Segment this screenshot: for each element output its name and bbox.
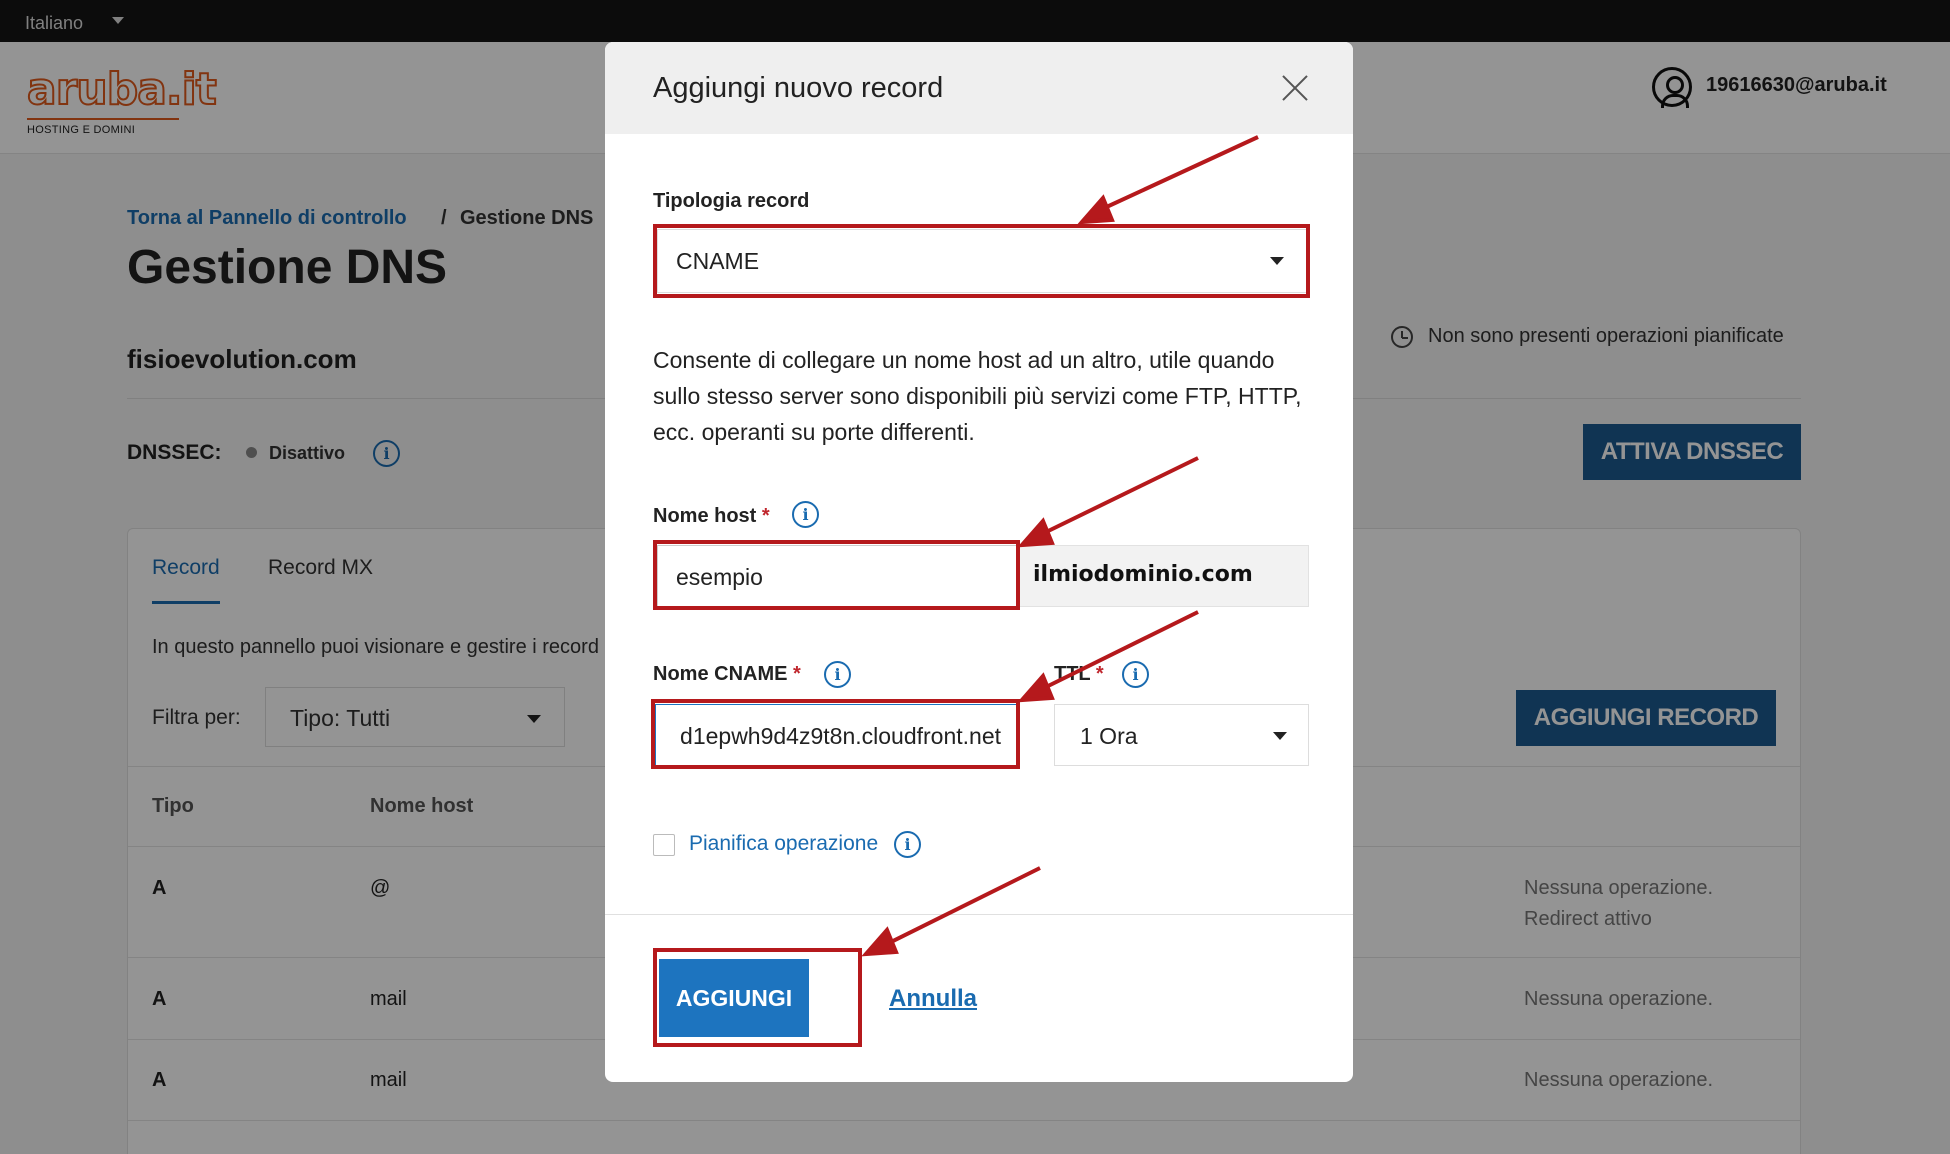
close-icon[interactable] — [1281, 74, 1309, 102]
modal-header: Aggiungi nuovo record — [605, 42, 1353, 134]
ttl-select[interactable]: 1 Ora — [1054, 704, 1309, 766]
info-icon[interactable]: i — [1122, 661, 1149, 688]
host-name-label: Nome host * — [653, 505, 770, 528]
schedule-operation-label[interactable]: Pianifica operazione — [689, 832, 878, 856]
modal-title: Aggiungi nuovo record — [653, 72, 944, 104]
highlight-box — [653, 540, 1020, 610]
record-type-description: Consente di collegare un nome host ad un… — [653, 347, 1302, 445]
host-name-label-text: Nome host — [653, 505, 757, 527]
cname-label: Nome CNAME * — [653, 663, 801, 686]
modal-footer-divider — [605, 914, 1353, 915]
ttl-value: 1 Ora — [1080, 723, 1138, 749]
info-icon[interactable]: i — [792, 501, 819, 528]
record-type-label: Tipologia record — [653, 190, 810, 212]
chevron-down-icon — [1273, 732, 1287, 740]
info-icon[interactable]: i — [824, 661, 851, 688]
required-marker: * — [761, 505, 770, 527]
schedule-operation-checkbox[interactable] — [653, 834, 675, 856]
ttl-label: TTL * — [1054, 663, 1104, 686]
cancel-link[interactable]: Annulla — [889, 985, 977, 1013]
cname-label-text: Nome CNAME — [653, 663, 788, 685]
highlight-box — [653, 224, 1310, 298]
info-icon[interactable]: i — [894, 831, 921, 858]
required-marker: * — [793, 663, 801, 685]
ttl-label-text: TTL — [1054, 663, 1091, 685]
required-marker: * — [1095, 663, 1104, 685]
highlight-box — [651, 699, 1020, 769]
highlight-box — [653, 948, 862, 1047]
domain-suffix-text: ilmiodominio.com — [1033, 562, 1253, 587]
